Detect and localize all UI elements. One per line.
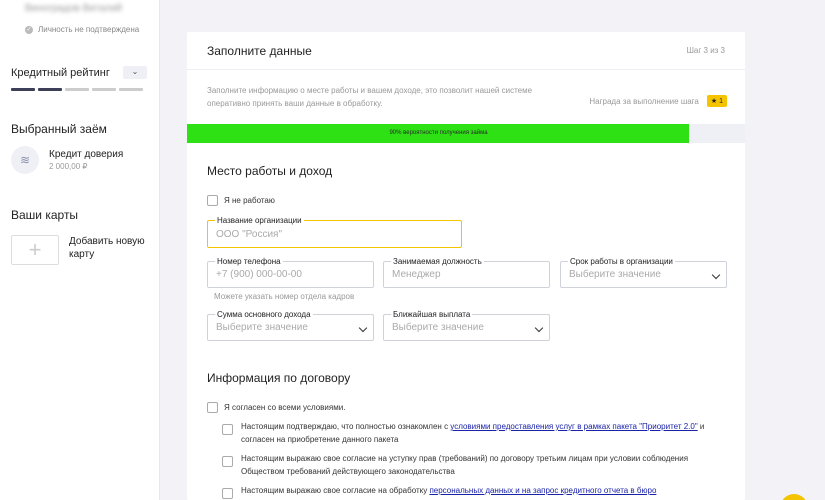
work-section-title: Место работы и доход (207, 164, 333, 178)
position-field[interactable]: Занимаемая должность (383, 257, 550, 288)
coins-icon: ≋ (11, 146, 39, 174)
approval-progress: 90% вероятности получения займа (187, 124, 745, 143)
cards-title: Ваши карты (11, 208, 79, 222)
not-working-label: Я не работаю (224, 196, 275, 205)
credit-rating-bars (11, 88, 143, 91)
loan-amount: 2 000,00 ₽ (49, 162, 88, 171)
rating-bar-segment (92, 88, 116, 91)
chevron-down-icon (534, 323, 544, 332)
consent-package-text: Настоящим подтверждаю, что полностью озн… (241, 420, 732, 446)
credit-rating: Кредитный рейтинг ⌄ (11, 66, 147, 79)
user-name: Виноградов Виталий (25, 3, 122, 14)
phone-input[interactable] (216, 262, 351, 287)
organization-input[interactable] (216, 221, 439, 247)
tenure-select[interactable]: Срок работы в организации Выберите значе… (560, 257, 727, 288)
panel-header: Заполните данные Шаг 3 из 3 (187, 32, 745, 70)
income-select[interactable]: Сумма основного дохода Выберите значение (207, 310, 374, 341)
step-indicator: Шаг 3 из 3 (686, 46, 725, 55)
verify-status: ✓ Личность не подтверждена (25, 25, 139, 34)
help-chat-button[interactable] (780, 494, 808, 500)
consent-data-text: Настоящим выражаю свое согласие на обраб… (241, 484, 656, 497)
consent-data-text-start: Настоящим выражаю свое согласие на обраб… (241, 486, 430, 495)
chevron-down-icon (358, 323, 368, 332)
form-panel: Заполните данные Шаг 3 из 3 Заполните ин… (187, 32, 745, 500)
rating-bar-segment (119, 88, 143, 91)
payout-value: Выберите значение (392, 322, 484, 333)
chevron-down-icon[interactable]: ⌄ (123, 66, 147, 79)
plus-icon: + (11, 235, 59, 265)
phone-hint: Можете указать номер отдела кадров (214, 292, 355, 301)
step-reward: Награда за выполнение шага ★ 1 (589, 92, 727, 110)
agree-all-checkbox[interactable] (207, 402, 218, 413)
selected-loan-item[interactable]: ≋ Кредит доверия 2 000,00 ₽ (11, 146, 123, 174)
package-terms-link[interactable]: условиями предоставления услуг в рамках … (450, 422, 697, 431)
info-row: Заполните информацию о месте работы и ва… (207, 84, 727, 110)
rating-bar-segment (11, 88, 35, 91)
agree-all-row[interactable]: Я согласен со всеми условиями. (207, 402, 345, 413)
rating-bar-segment (38, 88, 62, 91)
credit-rating-label: Кредитный рейтинг (11, 66, 110, 79)
loan-name: Кредит доверия (49, 149, 124, 160)
verify-status-text: Личность не подтверждена (38, 25, 140, 34)
consent-data-checkbox[interactable] (222, 488, 233, 499)
consent-assignment-text: Настоящим выражаю свое согласие на уступ… (241, 454, 689, 476)
phone-field[interactable]: Номер телефона (207, 257, 374, 288)
personal-data-link[interactable]: персональных данных и на запрос кредитно… (429, 486, 656, 495)
progress-text: 90% вероятности получения займа (389, 130, 488, 136)
sidebar: Виноградов Виталий ✓ Личность не подтвер… (0, 0, 160, 500)
organization-field[interactable]: Название организации (207, 216, 462, 248)
not-working-checkbox-row[interactable]: Я не работаю (207, 195, 275, 206)
income-value: Выберите значение (216, 322, 308, 333)
consent-data-row[interactable]: Настоящим выражаю свое согласие на обраб… (222, 484, 732, 499)
chevron-down-icon (711, 270, 721, 279)
add-card-button[interactable]: + Добавить новую карту (11, 235, 149, 265)
add-card-label: Добавить новую карту (69, 236, 145, 260)
check-circle-icon: ✓ (25, 25, 33, 34)
not-working-checkbox[interactable] (207, 195, 218, 206)
contract-section-title: Информация по договору (207, 371, 351, 385)
rating-bar-segment (65, 88, 89, 91)
consent-assignment-checkbox[interactable] (222, 456, 233, 467)
consent-package-text-start: Настоящим подтверждаю, что полностью озн… (241, 422, 451, 431)
consent-assignment-row[interactable]: Настоящим выражаю свое согласие на уступ… (222, 452, 732, 478)
reward-badge: ★ 1 (706, 95, 727, 107)
tenure-value: Выберите значение (569, 269, 661, 280)
info-text: Заполните информацию о месте работы и ва… (207, 86, 533, 108)
selected-loan-title: Выбранный заём (11, 122, 107, 136)
reward-label: Награда за выполнение шага (589, 96, 699, 106)
page-title: Заполните данные (207, 43, 312, 58)
consent-package-row[interactable]: Настоящим подтверждаю, что полностью озн… (222, 420, 732, 446)
agree-all-label: Я согласен со всеми условиями. (224, 403, 346, 412)
position-input[interactable] (392, 262, 527, 287)
payout-select[interactable]: Ближайшая выплата Выберите значение (383, 310, 550, 341)
consent-package-checkbox[interactable] (222, 424, 233, 435)
